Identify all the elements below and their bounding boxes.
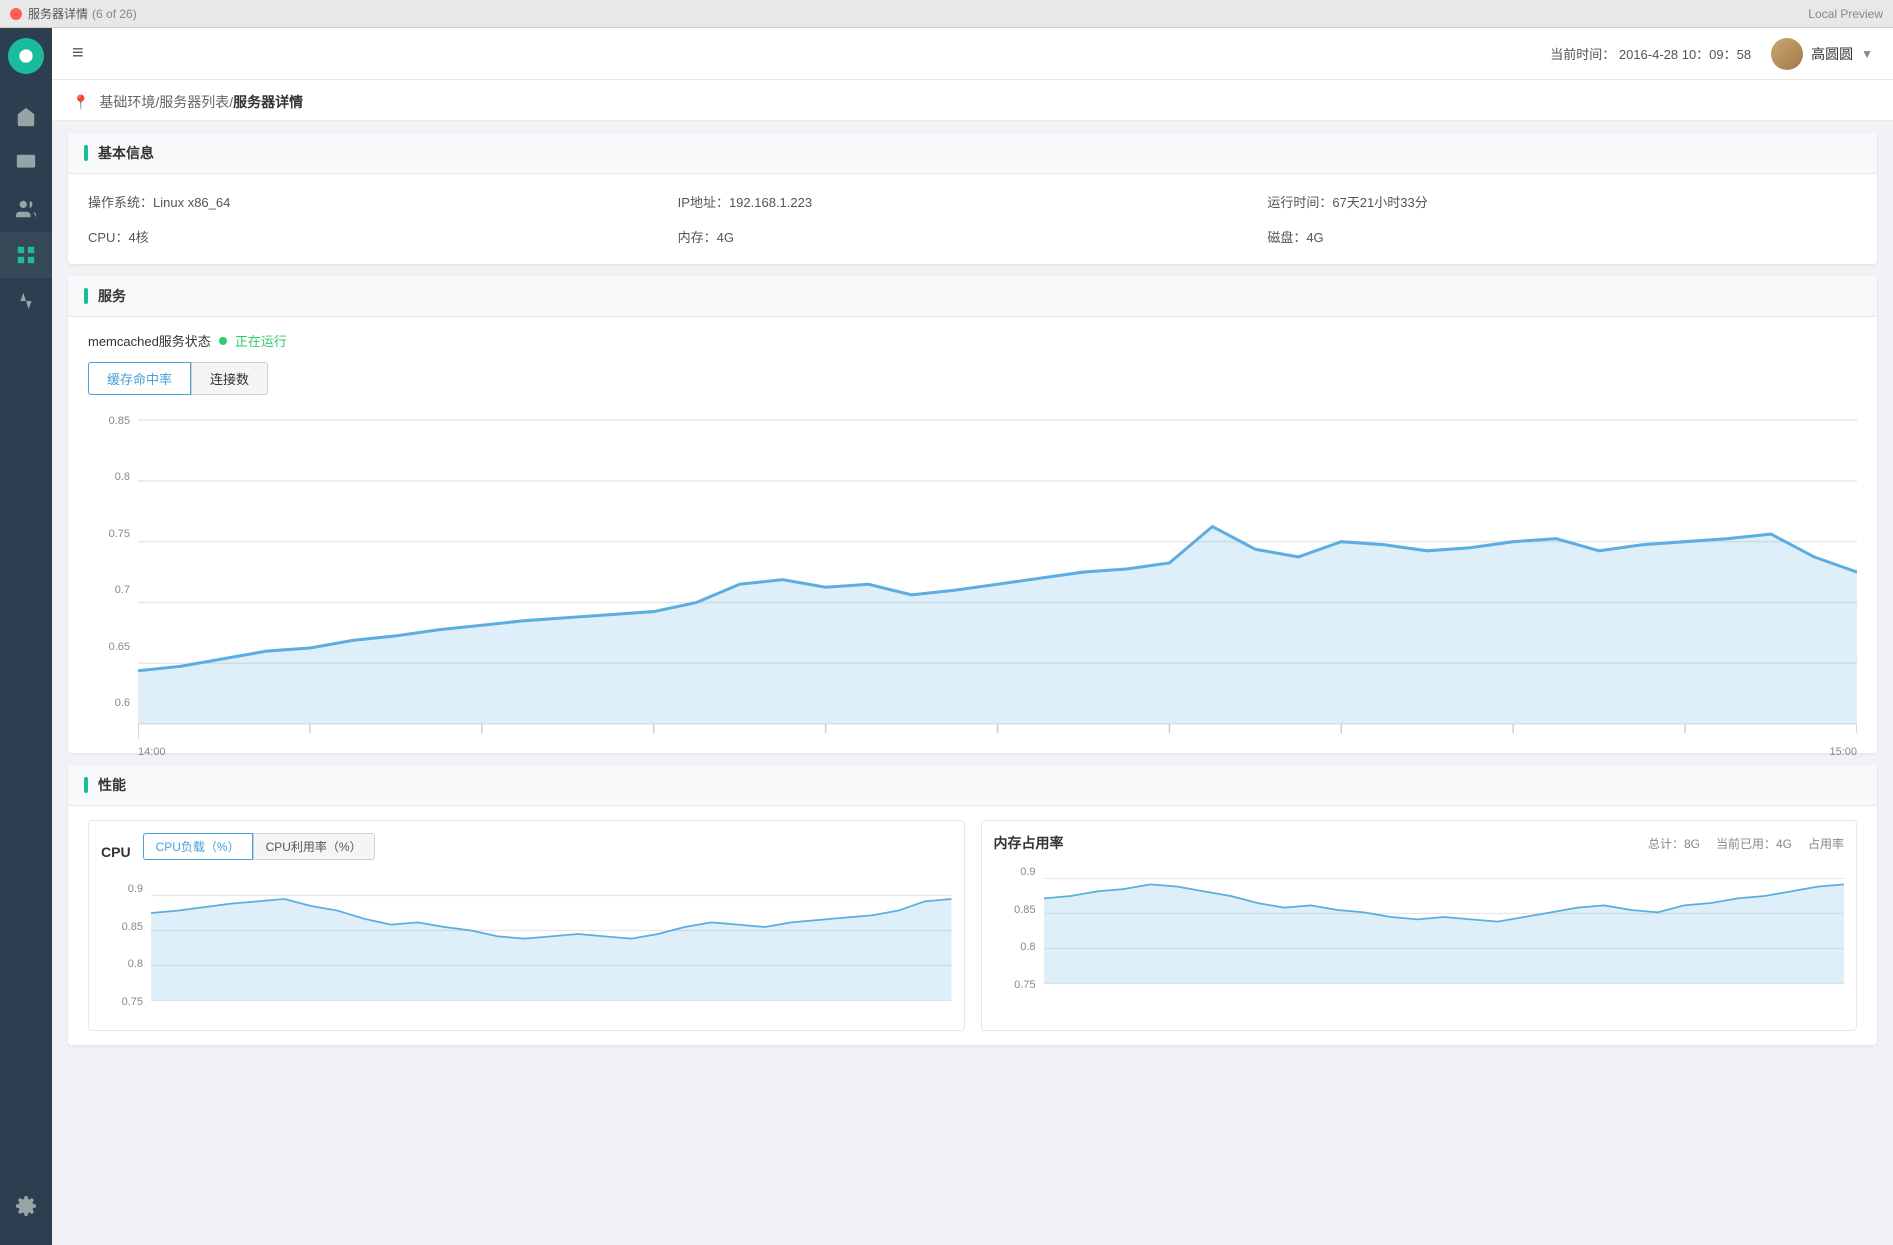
cpu-y-axis: 0.9 0.85 0.8 0.75 — [101, 878, 151, 1018]
sidebar-item-monitor[interactable] — [0, 140, 52, 186]
info-os: 操作系统：Linux x86_64 — [88, 188, 678, 215]
tab-connections[interactable]: 连接数 — [191, 362, 268, 395]
memory-panel: 内存占用率 总计：8G 当前已用：4G 占用率 0.9 0 — [981, 820, 1858, 1031]
sidebar — [0, 28, 52, 1245]
memory-y-axis: 0.9 0.85 0.8 0.75 — [994, 861, 1044, 1001]
info-grid: 操作系统：Linux x86_64 IP地址：192.168.1.223 运行时… — [88, 188, 1857, 250]
sidebar-item-group[interactable] — [0, 186, 52, 232]
cpu-tab-usage[interactable]: CPU利用率（%） — [253, 833, 375, 860]
service-status: memcached服务状态 正在运行 — [88, 331, 1857, 350]
sidebar-item-dashboard[interactable] — [0, 232, 52, 278]
info-uptime: 运行时间：67天21小时33分 — [1267, 188, 1857, 215]
service-card: 服务 memcached服务状态 正在运行 缓存命中率 连接数 — [68, 276, 1877, 753]
header: ≡ 当前时间： 2016-4-28 10：09：58 高圆圆 ▼ — [52, 28, 1893, 80]
service-body: memcached服务状态 正在运行 缓存命中率 连接数 0.85 0.8 0. — [68, 317, 1877, 753]
sidebar-item-settings[interactable] — [0, 1183, 52, 1229]
title-bar: 服务器详情 (6 of 26) Local Preview — [0, 0, 1893, 28]
service-header: 服务 — [68, 276, 1877, 317]
username: 高圆圆 — [1811, 44, 1853, 64]
service-chart-svg — [138, 405, 1857, 739]
info-cpu: CPU：4核 — [88, 223, 678, 250]
memory-chart-inner — [1044, 861, 1845, 1001]
avatar-image — [1771, 38, 1803, 70]
window-subtitle: (6 of 26) — [92, 7, 137, 21]
performance-body: CPU CPU负载（%） CPU利用率（%） 0.9 0.85 — [68, 806, 1877, 1045]
service-chart-inner: 14:00 15:00 — [138, 405, 1857, 739]
tab-cache-rate[interactable]: 缓存命中率 — [88, 362, 191, 395]
logo — [8, 38, 44, 74]
service-chart-wrap: 0.85 0.8 0.75 0.7 0.65 0.6 — [88, 405, 1857, 739]
sidebar-item-chart[interactable] — [0, 278, 52, 324]
cpu-tabs: CPU负载（%） CPU利用率（%） — [143, 833, 375, 860]
user-dropdown-arrow[interactable]: ▼ — [1861, 47, 1873, 61]
avatar — [1771, 38, 1803, 70]
info-ip: IP地址：192.168.1.223 — [678, 188, 1268, 215]
performance-card: 性能 CPU CPU负载（%） CPU利用率（%） — [68, 765, 1877, 1045]
info-disk: 磁盘：4G — [1267, 223, 1857, 250]
service-chart-y-axis: 0.85 0.8 0.75 0.7 0.65 0.6 — [88, 405, 138, 739]
cpu-title: CPU — [101, 844, 131, 860]
performance-header: 性能 — [68, 765, 1877, 806]
memory-chart-wrap: 0.9 0.85 0.8 0.75 — [994, 861, 1845, 1001]
cpu-panel: CPU CPU负载（%） CPU利用率（%） 0.9 0.85 — [88, 820, 965, 1031]
memory-mini-chart — [1044, 861, 1845, 1001]
memory-chart-svg — [1044, 861, 1845, 1001]
memory-info: 总计：8G 当前已用：4G 占用率 — [1648, 835, 1844, 852]
basic-info-header: 基本信息 — [68, 133, 1877, 174]
cpu-chart-inner — [151, 878, 952, 1018]
location-icon: 📍 — [72, 94, 89, 110]
cpu-chart-wrap: 0.9 0.85 0.8 0.75 — [101, 878, 952, 1018]
breadcrumb: 📍 基础环境/服务器列表/服务器详情 — [52, 80, 1893, 121]
header-user: 高圆圆 ▼ — [1771, 38, 1873, 70]
performance-grid: CPU CPU负载（%） CPU利用率（%） 0.9 0.85 — [88, 820, 1857, 1031]
sidebar-item-home[interactable] — [0, 94, 52, 140]
close-button[interactable] — [10, 8, 22, 20]
window-title: 服务器详情 — [28, 5, 88, 22]
header-time: 当前时间： 2016-4-28 10：09：58 — [1550, 44, 1751, 63]
cpu-chart-svg — [151, 878, 952, 1018]
content-area: 📍 基础环境/服务器列表/服务器详情 基本信息 操作系统：Linux x86_6… — [52, 80, 1893, 1245]
memory-title: 内存占用率 — [994, 833, 1064, 853]
info-memory: 内存：4G — [678, 223, 1268, 250]
main-content: ≡ 当前时间： 2016-4-28 10：09：58 高圆圆 ▼ 📍 基础环境/… — [52, 28, 1893, 1245]
basic-info-card: 基本信息 操作系统：Linux x86_64 IP地址：192.168.1.22… — [68, 133, 1877, 264]
cpu-mini-chart — [151, 878, 952, 1018]
preview-label: Local Preview — [1808, 7, 1883, 21]
hamburger-menu[interactable]: ≡ — [72, 42, 84, 65]
cpu-tab-load[interactable]: CPU负载（%） — [143, 833, 253, 860]
status-dot — [219, 337, 227, 345]
service-tabs: 缓存命中率 连接数 — [88, 362, 1857, 395]
basic-info-body: 操作系统：Linux x86_64 IP地址：192.168.1.223 运行时… — [68, 174, 1877, 264]
service-chart-x-labels: 14:00 15:00 — [138, 742, 1857, 758]
